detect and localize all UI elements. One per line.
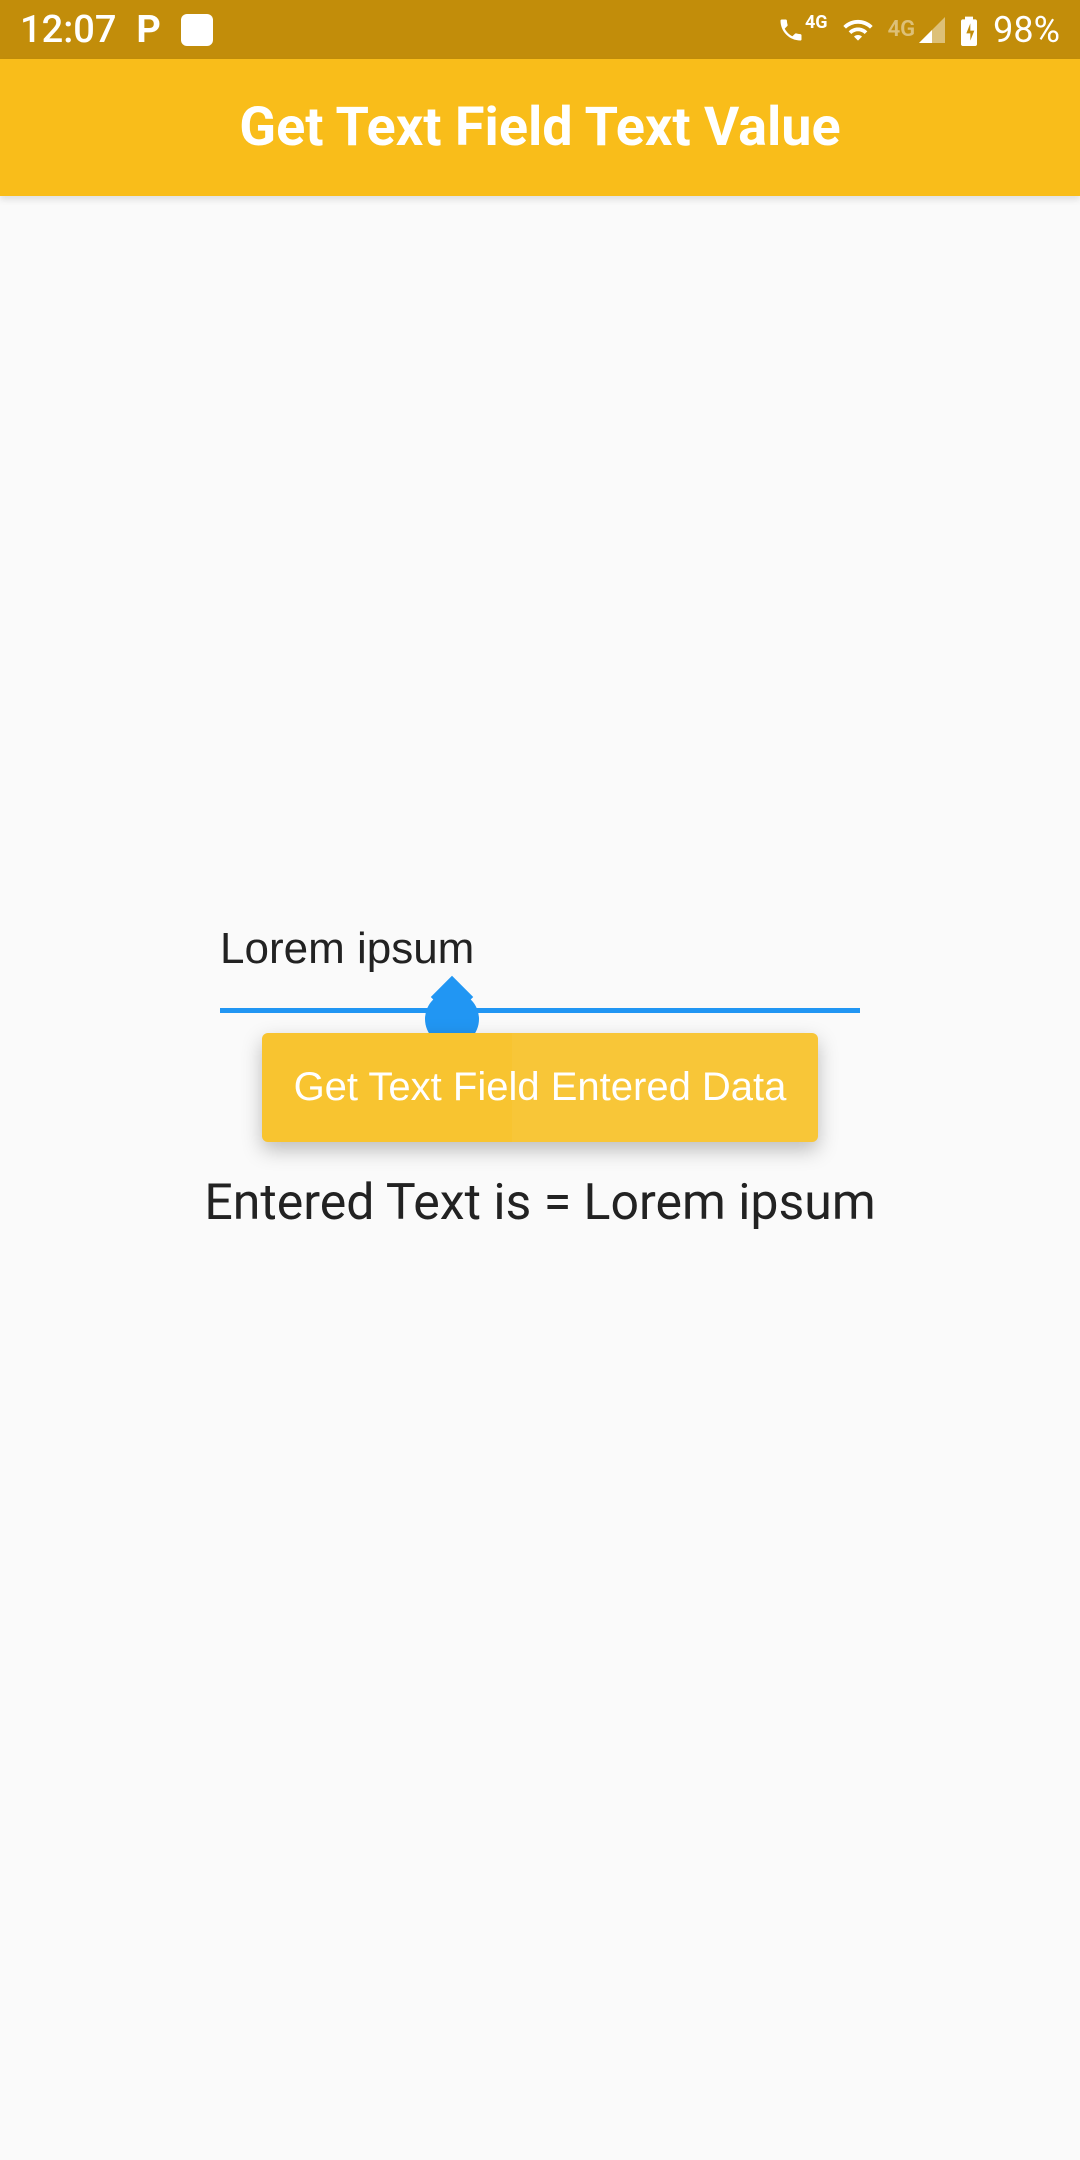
wifi-icon	[842, 14, 874, 46]
cell-signal-4g-icon: 4G	[888, 17, 946, 43]
get-text-button[interactable]: Get Text Field Entered Data	[262, 1033, 819, 1142]
battery-charging-icon	[959, 14, 979, 46]
status-bar: 12:07 P 4G 4G 98%	[0, 0, 1080, 59]
app-notification-icon	[181, 14, 213, 46]
text-field-container	[220, 916, 860, 1013]
battery-percentage: 98%	[993, 9, 1060, 51]
volte-4g-icon: 4G	[777, 16, 828, 44]
main-content: Get Text Field Entered Data Entered Text…	[0, 196, 1080, 2160]
status-time: 12:07	[20, 8, 116, 52]
app-bar: Get Text Field Text Value	[0, 59, 1080, 196]
status-bar-left: 12:07 P	[20, 8, 213, 52]
status-bar-right: 4G 4G 98%	[777, 9, 1060, 51]
app-bar-title: Get Text Field Text Value	[239, 96, 840, 159]
result-text-label: Entered Text is = Lorem ipsum	[204, 1174, 875, 1232]
text-input[interactable]	[220, 916, 860, 1013]
pandora-icon: P	[136, 8, 161, 52]
